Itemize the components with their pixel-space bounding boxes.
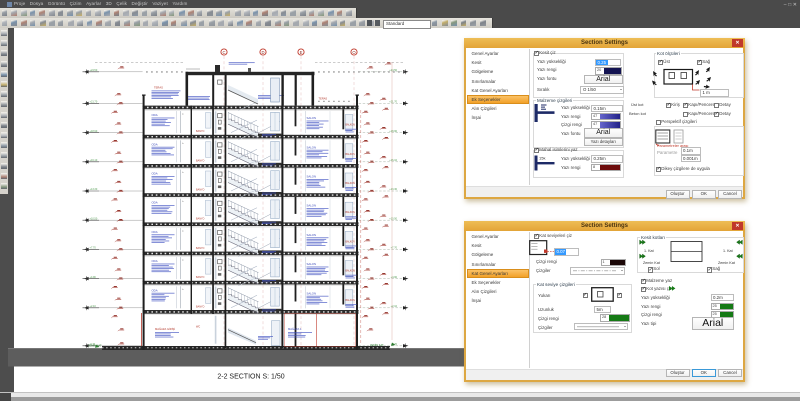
- svg-text:TERAS: TERAS: [319, 97, 328, 101]
- svg-text:+10.50: +10.50: [389, 217, 397, 220]
- svg-text:BANYO: BANYO: [196, 218, 205, 221]
- svg-text:ODA: ODA: [152, 259, 158, 263]
- svg-text:BANYO: BANYO: [196, 305, 205, 308]
- svg-text:ODA: ODA: [152, 113, 158, 117]
- svg-text:SALON: SALON: [307, 233, 316, 237]
- svg-text:ODA: ODA: [152, 172, 158, 176]
- svg-text:SALON: SALON: [307, 145, 316, 149]
- svg-text:²⁶: ²⁶: [182, 113, 184, 116]
- svg-text:+7.70: +7.70: [391, 247, 398, 250]
- svg-text:SALON: SALON: [307, 204, 316, 208]
- svg-text:+16.10: +16.10: [90, 159, 98, 162]
- svg-text:²⁶: ²⁶: [182, 142, 184, 145]
- svg-text:MAĞAZA GİRİŞİ: MAĞAZA GİRİŞİ: [155, 326, 175, 331]
- svg-text:D: D: [261, 50, 264, 55]
- svg-text:+21.70: +21.70: [389, 101, 397, 104]
- svg-text:BALKON: BALKON: [346, 211, 356, 214]
- svg-text:SALON: SALON: [307, 116, 316, 120]
- svg-text:²⁶: ²⁶: [182, 172, 184, 175]
- svg-text:SALON: SALON: [307, 175, 316, 179]
- svg-text:WC: WC: [196, 326, 200, 329]
- svg-text:+4.90: +4.90: [391, 276, 398, 279]
- svg-text:BALKON: BALKON: [346, 124, 356, 127]
- svg-text:Zemin Kat: Zemin Kat: [643, 261, 660, 265]
- svg-text:E: E: [300, 50, 303, 55]
- svg-text:SALON: SALON: [307, 262, 316, 266]
- svg-text:BANYO: BANYO: [196, 247, 205, 250]
- svg-text:²⁶: ²⁶: [182, 259, 184, 262]
- svg-text:SALON: SALON: [307, 291, 316, 295]
- svg-text:+18.90: +18.90: [389, 130, 397, 133]
- svg-text:BALKON: BALKON: [346, 153, 356, 156]
- svg-text:BANYO: BANYO: [196, 276, 205, 279]
- svg-text:ODA: ODA: [152, 230, 158, 234]
- svg-text:BALKON: BALKON: [346, 240, 356, 243]
- svg-text:²⁶: ²⁶: [182, 230, 184, 233]
- svg-text:BANYO: BANYO: [196, 130, 205, 133]
- svg-text:ODA: ODA: [152, 201, 158, 205]
- svg-text:TERAS: TERAS: [154, 85, 163, 89]
- svg-text:BANYO: BANYO: [196, 159, 205, 162]
- svg-text:Zemin Kat: Zemin Kat: [718, 261, 735, 265]
- svg-text:+18.90: +18.90: [90, 130, 98, 133]
- svg-text:+7.70: +7.70: [90, 247, 97, 250]
- svg-text:BANYO: BANYO: [196, 189, 205, 192]
- svg-text:2-2 SECTION S: 1/50: 2-2 SECTION S: 1/50: [217, 374, 284, 381]
- svg-text:+21.70: +21.70: [90, 101, 98, 104]
- svg-text:BALKON: BALKON: [346, 270, 356, 273]
- svg-text:BALKON: BALKON: [346, 299, 356, 302]
- svg-text:ODA: ODA: [152, 142, 158, 146]
- svg-text:15k: 15k: [539, 156, 545, 161]
- svg-text:+16.10: +16.10: [389, 159, 397, 162]
- svg-text:²⁶: ²⁶: [182, 201, 184, 204]
- svg-text:+13.30: +13.30: [90, 188, 98, 191]
- svg-text:+10.50: +10.50: [90, 217, 98, 220]
- svg-text:BALKON: BALKON: [346, 182, 356, 185]
- svg-text:C: C: [222, 50, 225, 55]
- svg-text:+4.90: +4.90: [90, 276, 97, 279]
- svg-text:+13.30: +13.30: [389, 188, 397, 191]
- svg-text:+24.50: +24.50: [90, 69, 98, 72]
- svg-text:+2.10: +2.10: [391, 305, 398, 308]
- svg-text:1. Kat: 1. Kat: [644, 249, 654, 253]
- svg-text:²⁶: ²⁶: [182, 288, 184, 291]
- svg-text:+2.10: +2.10: [90, 305, 97, 308]
- svg-text:ZEMİN KAT: ZEMİN KAT: [370, 342, 384, 347]
- svg-text:ODA: ODA: [152, 288, 158, 292]
- svg-text:1. Kat: 1. Kat: [723, 249, 733, 253]
